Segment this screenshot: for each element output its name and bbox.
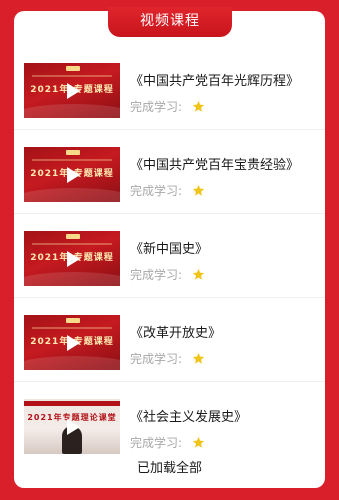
emblem-icon: [66, 66, 80, 71]
section-title: 视频课程: [108, 7, 232, 37]
completion-label: 完成学习:: [130, 352, 183, 366]
video-item[interactable]: 2021年·专题课程 《新中国史》 完成学习:: [14, 214, 325, 298]
star-icon: [192, 184, 205, 196]
banner-line: [32, 327, 112, 329]
decorative-wave: [24, 188, 120, 202]
completion-status: 完成学习:: [130, 182, 205, 199]
video-title[interactable]: 《新中国史》: [130, 238, 208, 257]
banner-line: [32, 243, 112, 245]
completion-status: 完成学习:: [130, 98, 205, 115]
video-thumbnail[interactable]: 2021年专题理论课堂: [24, 399, 120, 454]
completion-label: 完成学习:: [130, 184, 183, 198]
play-icon[interactable]: [62, 417, 82, 437]
emblem-icon: [66, 150, 80, 155]
star-icon: [192, 436, 205, 448]
video-item[interactable]: 2021年专题理论课堂 《社会主义发展史》 完成学习:: [14, 382, 325, 466]
banner-line: [32, 159, 112, 161]
completion-label: 完成学习:: [130, 436, 183, 450]
completion-status: 完成学习:: [130, 266, 205, 283]
video-course-card: 视频课程 2021年·专题课程 《中国共产党百年光辉历程》 完成学习: 2021…: [14, 7, 325, 488]
video-thumbnail[interactable]: 2021年·专题课程: [24, 147, 120, 202]
decorative-wave: [24, 272, 120, 286]
video-item[interactable]: 2021年·专题课程 《中国共产党百年宝贵经验》 完成学习:: [14, 130, 325, 214]
video-thumbnail[interactable]: 2021年·专题课程: [24, 231, 120, 286]
video-item[interactable]: 2021年·专题课程 《改革开放史》 完成学习:: [14, 298, 325, 382]
completion-status: 完成学习:: [130, 434, 205, 451]
completion-label: 完成学习:: [130, 100, 183, 114]
video-title[interactable]: 《中国共产党百年宝贵经验》: [130, 154, 299, 173]
video-thumbnail[interactable]: 2021年·专题课程: [24, 315, 120, 370]
decorative-wave: [24, 356, 120, 370]
completion-label: 完成学习:: [130, 268, 183, 282]
completion-status: 完成学习:: [130, 350, 205, 367]
video-title[interactable]: 《中国共产党百年光辉历程》: [130, 70, 299, 89]
video-item[interactable]: 2021年·专题课程 《中国共产党百年光辉历程》 完成学习:: [14, 46, 325, 130]
video-title[interactable]: 《社会主义发展史》: [130, 406, 247, 425]
play-icon[interactable]: [62, 165, 82, 185]
play-icon[interactable]: [62, 81, 82, 101]
star-icon: [192, 352, 205, 364]
emblem-icon: [66, 318, 80, 323]
emblem-icon: [66, 234, 80, 239]
banner-line: [24, 401, 120, 406]
video-thumbnail[interactable]: 2021年·专题课程: [24, 63, 120, 118]
play-icon[interactable]: [62, 333, 82, 353]
star-icon: [192, 268, 205, 280]
video-title[interactable]: 《改革开放史》: [130, 322, 221, 341]
load-complete-text: 已加载全部: [136, 461, 202, 476]
decorative-wave: [24, 104, 120, 118]
star-icon: [192, 100, 205, 112]
banner-line: [32, 75, 112, 77]
video-list: 2021年·专题课程 《中国共产党百年光辉历程》 完成学习: 2021年·专题课…: [14, 46, 325, 466]
play-icon[interactable]: [62, 249, 82, 269]
